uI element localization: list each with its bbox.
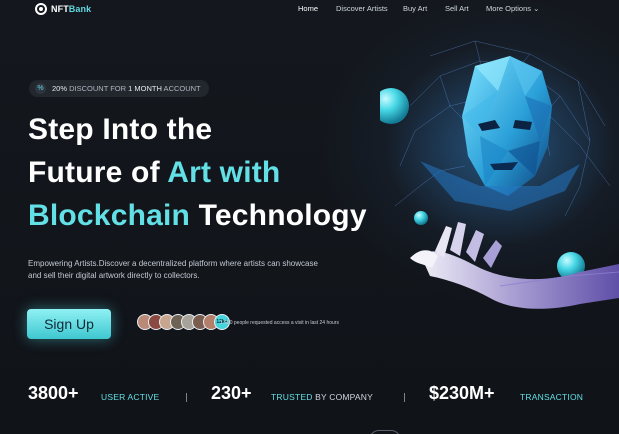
headline-line-1: Step Into the <box>28 113 213 146</box>
nav-buy-art[interactable]: Buy Art <box>403 4 427 13</box>
stat-users-label: USER ACTIVE <box>101 392 160 402</box>
floating-sphere <box>414 211 428 225</box>
headline-line-2: Future of Art with <box>28 156 281 189</box>
stat-companies-value: 230+ <box>211 383 252 403</box>
sign-up-button[interactable]: Sign Up <box>27 309 111 339</box>
scroll-indicator[interactable] <box>369 430 401 434</box>
stat-divider <box>186 393 187 402</box>
hero-illustration <box>380 40 619 309</box>
hero-headline: Step Into the Future of Art with Blockch… <box>28 108 418 237</box>
requests-text: 1.600 people requested access a visit in… <box>220 320 339 326</box>
stat-transactions-value: $230M+ <box>429 383 495 403</box>
avatar-group: 12k+ <box>137 314 230 330</box>
nav-more-options[interactable]: More Options ⌄ <box>486 4 539 13</box>
discount-badge: % 20% DISCOUNT FOR 1 MONTH ACCOUNT <box>29 80 209 97</box>
site-header: NFTBank Home Discover Artists Buy Art Se… <box>0 0 619 20</box>
nav-sell-art[interactable]: Sell Art <box>445 4 469 13</box>
stat-transactions-label: TRANSACTION <box>520 392 584 402</box>
main-nav: Home Discover Artists Buy Art Sell Art M… <box>0 4 619 16</box>
stat-divider <box>404 393 405 402</box>
nav-discover-artists[interactable]: Discover Artists <box>336 4 388 13</box>
headline-line-3: Blockchain Technology <box>28 199 367 232</box>
percent-icon: % <box>35 83 46 94</box>
hero-description: Empowering Artists.Discover a decentrali… <box>28 259 318 280</box>
discount-text: 20% DISCOUNT FOR 1 MONTH ACCOUNT <box>52 84 201 93</box>
nav-home[interactable]: Home <box>298 4 318 13</box>
stat-users-value: 3800+ <box>28 383 79 403</box>
stat-companies-label: TRUSTED BY COMPANY <box>271 392 374 402</box>
